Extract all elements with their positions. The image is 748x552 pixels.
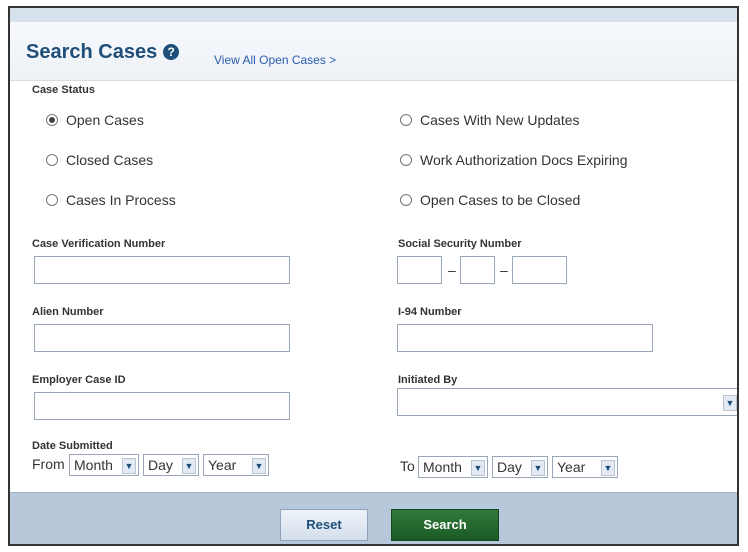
select-value: Year — [557, 459, 586, 475]
chevron-down-icon: ▼ — [531, 460, 545, 476]
button-bar: Reset Search — [10, 492, 737, 544]
to-day-select[interactable]: Day ▼ — [492, 456, 548, 478]
chevron-down-icon: ▼ — [252, 458, 266, 474]
radio-label: Cases With New Updates — [420, 112, 580, 128]
page-title: Search Cases? — [26, 41, 180, 64]
i94-number-label: I-94 Number — [398, 306, 462, 318]
chevron-down-icon: ▼ — [122, 458, 136, 474]
chevron-down-icon: ▼ — [723, 395, 737, 411]
i94-number-input[interactable] — [397, 324, 653, 352]
from-year-select[interactable]: Year ▼ — [203, 454, 269, 476]
ssn-part-2-input[interactable] — [460, 256, 495, 284]
alien-number-label: Alien Number — [32, 306, 104, 318]
chevron-down-icon: ▼ — [471, 460, 485, 476]
initiated-by-select[interactable]: ▼ — [397, 388, 737, 416]
select-value: Year — [208, 457, 237, 473]
panel-header: Search Cases? View All Open Cases > — [10, 22, 737, 81]
date-submitted-label: Date Submitted — [32, 440, 113, 452]
ssn-separator: – — [448, 262, 456, 278]
select-value: Month — [423, 459, 462, 475]
chevron-down-icon: ▼ — [601, 460, 615, 476]
to-month-select[interactable]: Month ▼ — [418, 456, 488, 478]
radio-icon — [400, 154, 412, 166]
ssn-part-1-input[interactable] — [397, 256, 442, 284]
case-status-label: Case Status — [32, 84, 95, 96]
alien-number-input[interactable] — [34, 324, 290, 352]
from-day-select[interactable]: Day ▼ — [143, 454, 199, 476]
radio-cases-in-process[interactable]: Cases In Process — [46, 192, 176, 208]
radio-icon — [46, 154, 58, 166]
chevron-down-icon: ▼ — [182, 458, 196, 474]
ssn-separator: – — [500, 262, 508, 278]
search-cases-panel: Search Cases? View All Open Cases > Case… — [8, 6, 739, 546]
social-security-number-label: Social Security Number — [398, 238, 522, 250]
radio-open-cases[interactable]: Open Cases — [46, 112, 144, 128]
title-text: Search Cases — [26, 41, 158, 63]
select-value: Day — [497, 459, 522, 475]
view-all-open-cases-link[interactable]: View All Open Cases > — [214, 53, 336, 67]
top-strip — [10, 8, 737, 22]
initiated-by-label: Initiated By — [398, 374, 458, 386]
ssn-part-3-input[interactable] — [512, 256, 567, 284]
radio-icon — [400, 194, 412, 206]
to-year-select[interactable]: Year ▼ — [552, 456, 618, 478]
employer-case-id-input[interactable] — [34, 392, 290, 420]
radio-work-auth-docs-expiring[interactable]: Work Authorization Docs Expiring — [400, 152, 628, 168]
radio-label: Cases In Process — [66, 192, 176, 208]
to-label: To — [400, 458, 415, 474]
radio-open-cases-to-be-closed[interactable]: Open Cases to be Closed — [400, 192, 580, 208]
radio-label: Open Cases to be Closed — [420, 192, 581, 208]
employer-case-id-label: Employer Case ID — [32, 374, 126, 386]
case-verification-number-label: Case Verification Number — [32, 238, 166, 250]
radio-label: Open Cases — [66, 112, 144, 128]
radio-cases-with-new-updates[interactable]: Cases With New Updates — [400, 112, 580, 128]
radio-selected-icon — [46, 114, 58, 126]
search-button[interactable]: Search — [391, 509, 499, 541]
case-verification-number-input[interactable] — [34, 256, 290, 284]
radio-label: Closed Cases — [66, 152, 154, 168]
select-value: Day — [148, 457, 173, 473]
radio-icon — [46, 194, 58, 206]
help-icon[interactable]: ? — [163, 44, 180, 60]
select-value: Month — [74, 457, 113, 473]
radio-label: Work Authorization Docs Expiring — [420, 152, 628, 168]
from-month-select[interactable]: Month ▼ — [69, 454, 139, 476]
from-label: From — [32, 456, 65, 472]
radio-icon — [400, 114, 412, 126]
reset-button[interactable]: Reset — [280, 509, 368, 541]
radio-closed-cases[interactable]: Closed Cases — [46, 152, 153, 168]
